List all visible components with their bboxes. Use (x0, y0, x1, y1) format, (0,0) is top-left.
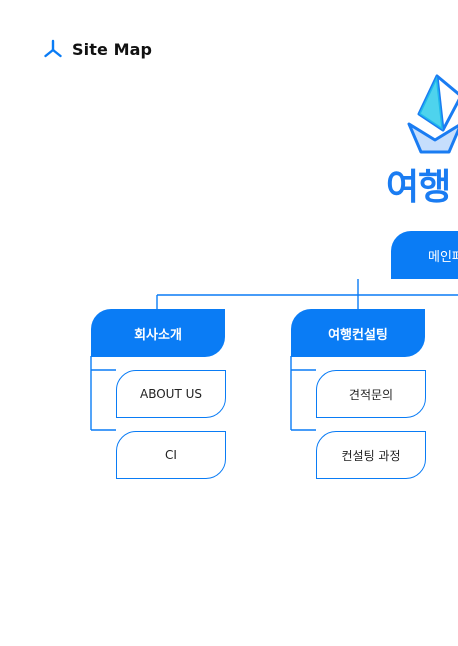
sitemap-page: Site Map 여행 메인페이지 회사소개 ABOUT US CI 여행컨설팅… (0, 0, 458, 646)
sitemap-node-travel-consulting[interactable]: 여행컨설팅 (291, 309, 425, 357)
sitemap-node-ci[interactable]: CI (116, 431, 226, 479)
sitemap-node-about-us[interactable]: ABOUT US (116, 370, 226, 418)
sitemap-node-main-page[interactable]: 메인페이지 (391, 231, 458, 279)
paper-boat-icon (407, 74, 458, 154)
brand-logo-text: 여행 (386, 167, 451, 208)
sitemap-node-quote-inquiry[interactable]: 견적문의 (316, 370, 426, 418)
sitemap-node-company-intro[interactable]: 회사소개 (91, 309, 225, 357)
sitemap-node-consulting-process[interactable]: 컨설팅 과정 (316, 431, 426, 479)
